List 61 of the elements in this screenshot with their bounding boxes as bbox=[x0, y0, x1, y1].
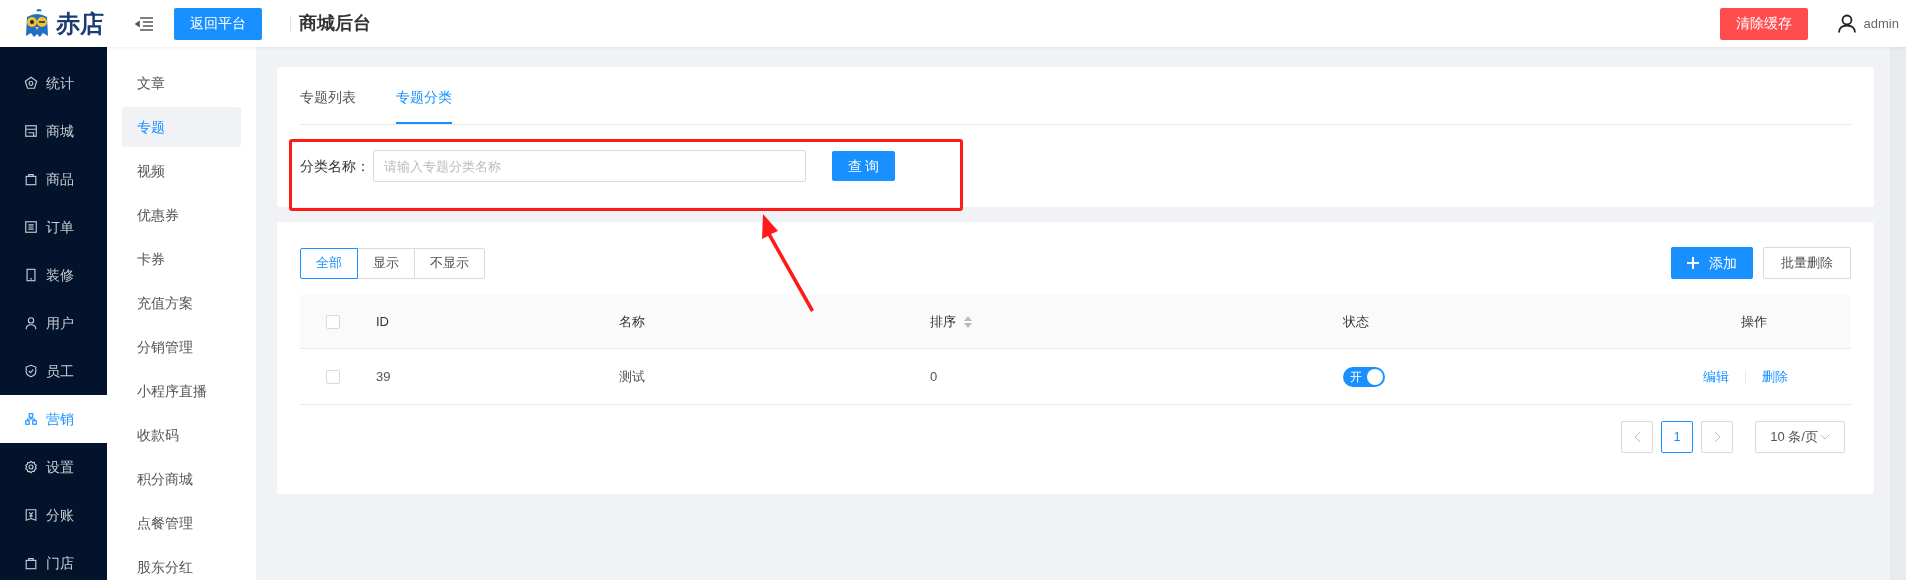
sidebar-item[interactable]: 订单 bbox=[0, 203, 107, 251]
chevron-right-icon bbox=[1713, 431, 1721, 443]
submenu-item[interactable]: 充值方案 bbox=[122, 283, 241, 323]
username[interactable]: admin bbox=[1863, 13, 1899, 34]
column-header: 状态 bbox=[1343, 312, 1369, 331]
submenu-item[interactable]: 股东分红 bbox=[122, 547, 241, 580]
hierarchy-icon bbox=[24, 412, 38, 426]
sidebar-item[interactable]: 商城 bbox=[0, 107, 107, 155]
sidebar-item[interactable]: 员工 bbox=[0, 347, 107, 395]
previous-page-button[interactable] bbox=[1621, 421, 1653, 453]
select-all-checkbox[interactable] bbox=[326, 314, 340, 329]
settings-icon bbox=[24, 460, 38, 474]
submenu-item[interactable]: 文章 bbox=[122, 63, 241, 103]
column-header[interactable]: 排序 bbox=[930, 311, 956, 332]
tablet-icon bbox=[24, 268, 38, 282]
sort-icon[interactable] bbox=[964, 315, 972, 328]
table-cell-text: 测试 bbox=[618, 367, 646, 386]
row-checkbox[interactable] bbox=[326, 369, 340, 384]
submenu-item[interactable]: 分销管理 bbox=[122, 327, 241, 367]
plus-icon bbox=[1687, 257, 1699, 269]
field-label: 分类名称： bbox=[300, 156, 371, 176]
stats-icon bbox=[24, 76, 38, 90]
category-name-input[interactable]: 请输入专题分类名称 bbox=[373, 150, 806, 182]
bag-icon bbox=[24, 556, 38, 570]
brand-name: 赤店 bbox=[56, 11, 104, 36]
page-size-select[interactable]: 10 条/页 bbox=[1755, 421, 1845, 453]
chevron-down-icon bbox=[1819, 434, 1830, 440]
sidebar-item[interactable]: 门店 bbox=[0, 539, 107, 580]
submenu-item[interactable]: 视频 bbox=[122, 151, 241, 191]
receipt-icon bbox=[24, 508, 38, 522]
page-title: 商城后台 bbox=[299, 12, 371, 35]
sidebar-item[interactable]: 统计 bbox=[0, 59, 107, 107]
batch-delete-button[interactable]: 批量删除 bbox=[1763, 247, 1851, 279]
submenu-item[interactable]: 卡券 bbox=[122, 239, 241, 279]
table-cell-text: 0 bbox=[929, 367, 939, 386]
table-cell-text: 39 bbox=[375, 367, 392, 386]
user-icon[interactable] bbox=[1837, 14, 1856, 33]
bag-icon bbox=[24, 172, 38, 186]
list-icon bbox=[24, 220, 38, 234]
next-page-button[interactable] bbox=[1701, 421, 1733, 453]
submenu-item[interactable]: 收款码 bbox=[122, 415, 241, 455]
submenu-item[interactable]: 优惠券 bbox=[122, 195, 241, 235]
column-header: 名称 bbox=[619, 312, 645, 331]
column-header: ID bbox=[376, 312, 389, 331]
sidebar-item[interactable]: 用户 bbox=[0, 299, 107, 347]
filter-tab[interactable]: 不显示 bbox=[414, 247, 485, 279]
tab[interactable]: 专题列表 bbox=[300, 87, 356, 124]
menu-collapse-icon[interactable] bbox=[135, 16, 153, 31]
column-header: 操作 bbox=[1740, 312, 1767, 331]
sidebar-item[interactable]: 商品 bbox=[0, 155, 107, 203]
chevron-left-icon bbox=[1633, 431, 1641, 443]
sidebar-item[interactable]: 分账 bbox=[0, 491, 107, 539]
submenu-item[interactable]: 积分商城 bbox=[122, 459, 241, 499]
submenu-item[interactable]: 点餐管理 bbox=[122, 503, 241, 543]
store-icon bbox=[24, 124, 38, 138]
sidebar-item[interactable]: 设置 bbox=[0, 443, 107, 491]
filter-tab[interactable]: 显示 bbox=[357, 247, 415, 279]
submenu-item[interactable]: 小程序直播 bbox=[122, 371, 241, 411]
sidebar-item[interactable]: 装修 bbox=[0, 251, 107, 299]
shield-icon bbox=[24, 364, 38, 378]
user-icon bbox=[24, 316, 38, 330]
